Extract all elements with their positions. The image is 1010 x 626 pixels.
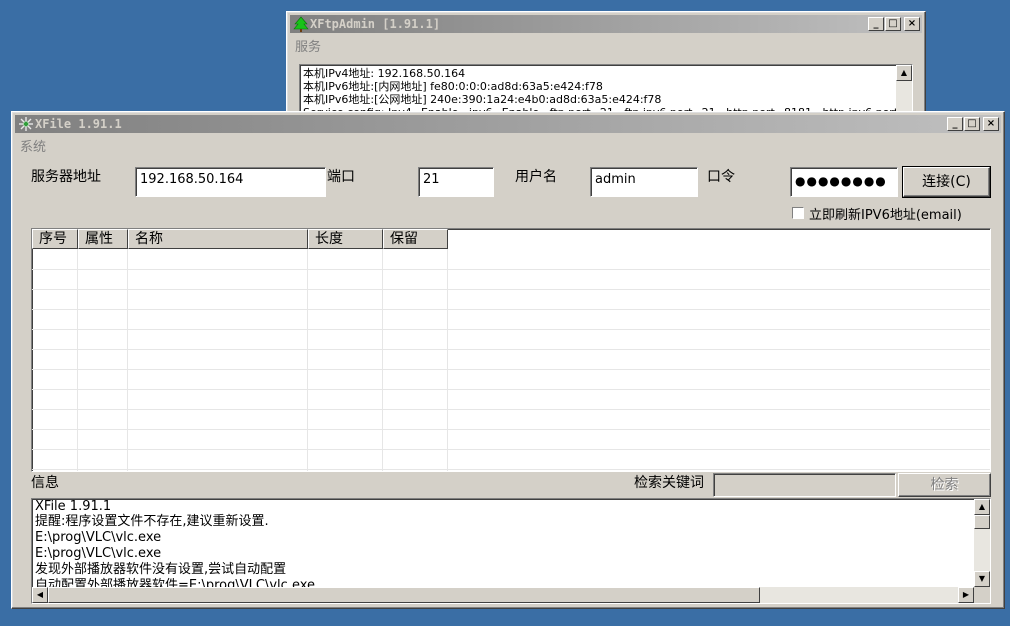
file-list-table[interactable]: 序号 属性 名称 长度 保留 — [31, 228, 991, 472]
log-line: XFile 1.91.1 — [35, 500, 112, 514]
username-input[interactable]: admin — [590, 167, 698, 197]
vertical-scroll-thumb[interactable] — [974, 515, 990, 529]
table-row[interactable] — [32, 329, 990, 350]
admin-info-line: 本机IPv6地址:[公网地址] 240e:390:1a24:e4b0:ad8d:… — [303, 93, 662, 106]
column-header-reserved[interactable]: 保留 — [383, 229, 448, 249]
app-star-icon — [19, 117, 33, 131]
refresh-ipv6-label: 立即刷新IPV6地址(email) — [809, 208, 962, 223]
table-header: 序号 属性 名称 长度 保留 — [32, 229, 448, 249]
xftpadmin-window[interactable]: XFtpAdmin [1.91.1] _ □ × 服务 本机IPv4地址: 19… — [286, 11, 926, 122]
log-vertical-scrollbar[interactable]: ▲ ▼ — [974, 499, 990, 587]
scroll-down-arrow-icon[interactable]: ▼ — [974, 571, 990, 587]
minimize-button[interactable]: _ — [868, 17, 884, 31]
column-header-attribute[interactable]: 属性 — [78, 229, 128, 249]
log-horizontal-scrollbar[interactable]: ◀ ▶ — [32, 587, 974, 603]
admin-window-title: XFtpAdmin [1.91.1] — [310, 17, 441, 31]
column-header-length[interactable]: 长度 — [308, 229, 383, 249]
admin-title-bar[interactable]: XFtpAdmin [1.91.1] _ □ × — [290, 15, 922, 33]
log-box[interactable]: XFile 1.91.1 提醒:程序设置文件不存在,建议重新设置. E:\pro… — [31, 498, 991, 604]
log-line: 提醒:程序设置文件不存在,建议重新设置. — [35, 514, 269, 529]
maximize-button[interactable]: □ — [885, 17, 901, 31]
xfile-window-title: XFile 1.91.1 — [35, 117, 122, 131]
log-line: E:\prog\VLC\vlc.exe — [35, 546, 162, 561]
refresh-ipv6-checkbox[interactable] — [792, 207, 804, 219]
username-label: 用户名 — [515, 169, 557, 185]
scroll-right-arrow-icon[interactable]: ▶ — [958, 587, 974, 603]
table-row[interactable] — [32, 429, 990, 450]
menu-service[interactable]: 服务 — [295, 36, 321, 55]
search-keyword-input[interactable] — [713, 473, 896, 497]
table-row[interactable] — [32, 369, 990, 390]
port-input[interactable]: 21 — [418, 167, 494, 197]
xfile-title-bar[interactable]: XFile 1.91.1 _ □ × — [15, 115, 1001, 133]
scrollbar-corner — [974, 587, 990, 603]
server-address-label: 服务器地址 — [31, 169, 101, 185]
password-label: 口令 — [707, 169, 735, 185]
password-input[interactable]: ●●●●●●●● — [790, 167, 898, 197]
info-label: 信息 — [31, 475, 59, 491]
connect-button[interactable]: 连接(C) — [902, 166, 991, 198]
app-tree-icon — [293, 16, 309, 32]
table-row[interactable] — [32, 389, 990, 410]
table-row[interactable] — [32, 409, 990, 430]
admin-info-line: 本机IPv4地址: 192.168.50.164 — [303, 67, 466, 80]
table-row[interactable] — [32, 309, 990, 330]
table-row[interactable] — [32, 269, 990, 290]
port-label: 端口 — [327, 169, 355, 185]
menu-system[interactable]: 系统 — [20, 136, 46, 155]
scroll-left-arrow-icon[interactable]: ◀ — [32, 587, 48, 603]
log-line: 发现外部播放器软件没有设置,尝试自动配置 — [35, 562, 287, 577]
minimize-button[interactable]: _ — [947, 117, 963, 131]
table-row[interactable] — [32, 349, 990, 370]
log-line: E:\prog\VLC\vlc.exe — [35, 530, 162, 545]
column-header-index[interactable]: 序号 — [32, 229, 78, 249]
table-row[interactable] — [32, 449, 990, 470]
admin-info-line: 本机IPv6地址:[内网地址] fe80:0:0:0:ad8d:63a5:e42… — [303, 80, 603, 93]
close-button[interactable]: × — [904, 17, 920, 31]
close-button[interactable]: × — [983, 117, 999, 131]
column-header-name[interactable]: 名称 — [128, 229, 308, 249]
scroll-up-arrow-icon[interactable]: ▲ — [896, 65, 912, 81]
xfile-window[interactable]: XFile 1.91.1 _ □ × 系统 服务器地址 192.168.50.1… — [11, 111, 1005, 609]
table-row[interactable] — [32, 249, 990, 270]
maximize-button[interactable]: □ — [964, 117, 980, 131]
table-row[interactable] — [32, 289, 990, 310]
log-line: 自动配置外部播放器软件=E:\prog\VLC\vlc.exe — [35, 578, 316, 587]
search-button[interactable]: 检索 — [898, 473, 991, 497]
search-keyword-label: 检索关键词 — [634, 475, 704, 491]
server-address-input[interactable]: 192.168.50.164 — [135, 167, 326, 197]
horizontal-scroll-thumb[interactable] — [48, 587, 760, 603]
scroll-up-arrow-icon[interactable]: ▲ — [974, 499, 990, 515]
